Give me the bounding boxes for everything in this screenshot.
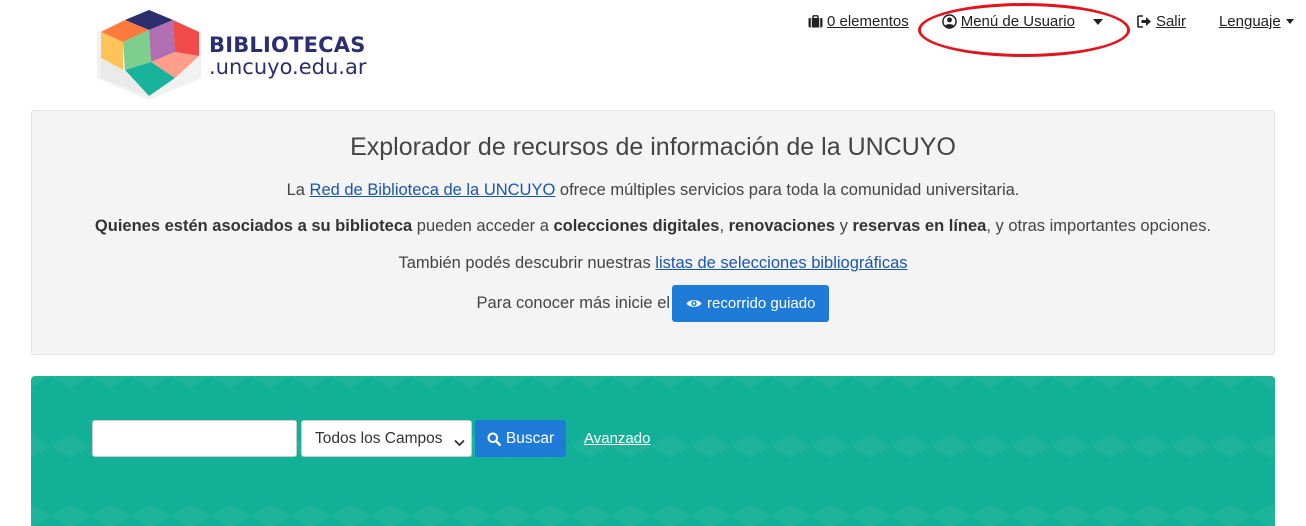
intro-paragraph-services: Quienes estén asociados a su biblioteca … <box>94 217 1212 235</box>
guided-tour-button[interactable]: recorrido guiado <box>672 285 830 322</box>
intro-paragraph-tour: Para conocer más inicie el recorrido gui… <box>32 285 1274 322</box>
cart-link[interactable]: 0 elementos <box>808 13 909 30</box>
cart-label: 0 elementos <box>827 13 909 30</box>
library-network-link[interactable]: Red de Biblioteca de la UNCUYO <box>310 181 556 199</box>
bibliographic-lists-link[interactable]: listas de selecciones bibliográficas <box>655 254 907 272</box>
briefcase-icon <box>808 15 823 28</box>
user-circle-icon <box>941 14 957 29</box>
site-logo[interactable]: BIBLIOTECAS .uncuyo.edu.ar <box>93 8 366 100</box>
logout-label: Salir <box>1155 13 1186 30</box>
search-field-selected: Todos los Campos <box>315 429 443 447</box>
logo-title: BIBLIOTECAS <box>209 33 366 57</box>
guided-tour-label: recorrido guiado <box>707 295 816 312</box>
eye-icon <box>686 298 702 309</box>
search-icon <box>487 432 501 446</box>
logo-subtitle: .uncuyo.edu.ar <box>209 55 367 79</box>
search-button-label: Buscar <box>505 429 555 447</box>
intro-paragraph-lists: También podés descubrir nuestras listas … <box>398 254 908 272</box>
top-navigation: 0 elementos Menú de Usuario Salir Lengua… <box>808 13 1294 30</box>
chevron-down-icon <box>1092 18 1103 25</box>
user-menu-toggle[interactable]: Menú de Usuario <box>941 13 1103 30</box>
search-field-select[interactable]: Todos los Campos <box>301 420 472 457</box>
search-input[interactable] <box>92 420 297 457</box>
page-title: Explorador de recursos de información de… <box>350 133 956 161</box>
user-menu-label: Menú de Usuario <box>960 13 1075 30</box>
intro-paragraph-network: La Red de Biblioteca de la UNCUYO ofrece… <box>286 181 1020 199</box>
search-section: Todos los Campos Buscar Avanzado <box>31 376 1275 526</box>
language-menu-toggle[interactable]: Lenguaje <box>1219 13 1294 30</box>
advanced-search-link[interactable]: Avanzado <box>584 430 650 447</box>
cubes-logo-icon <box>97 10 201 100</box>
language-label: Lenguaje <box>1218 13 1281 30</box>
intro-panel: Explorador de recursos de información de… <box>31 110 1275 355</box>
highlight-annotation-ellipse <box>918 3 1130 57</box>
search-button[interactable]: Buscar <box>475 420 566 457</box>
logo-text: BIBLIOTECAS .uncuyo.edu.ar <box>209 34 366 78</box>
chevron-down-icon <box>454 434 465 452</box>
logout-link[interactable]: Salir <box>1137 13 1186 30</box>
caret-down-icon <box>1285 19 1294 24</box>
sign-out-icon <box>1137 15 1152 28</box>
